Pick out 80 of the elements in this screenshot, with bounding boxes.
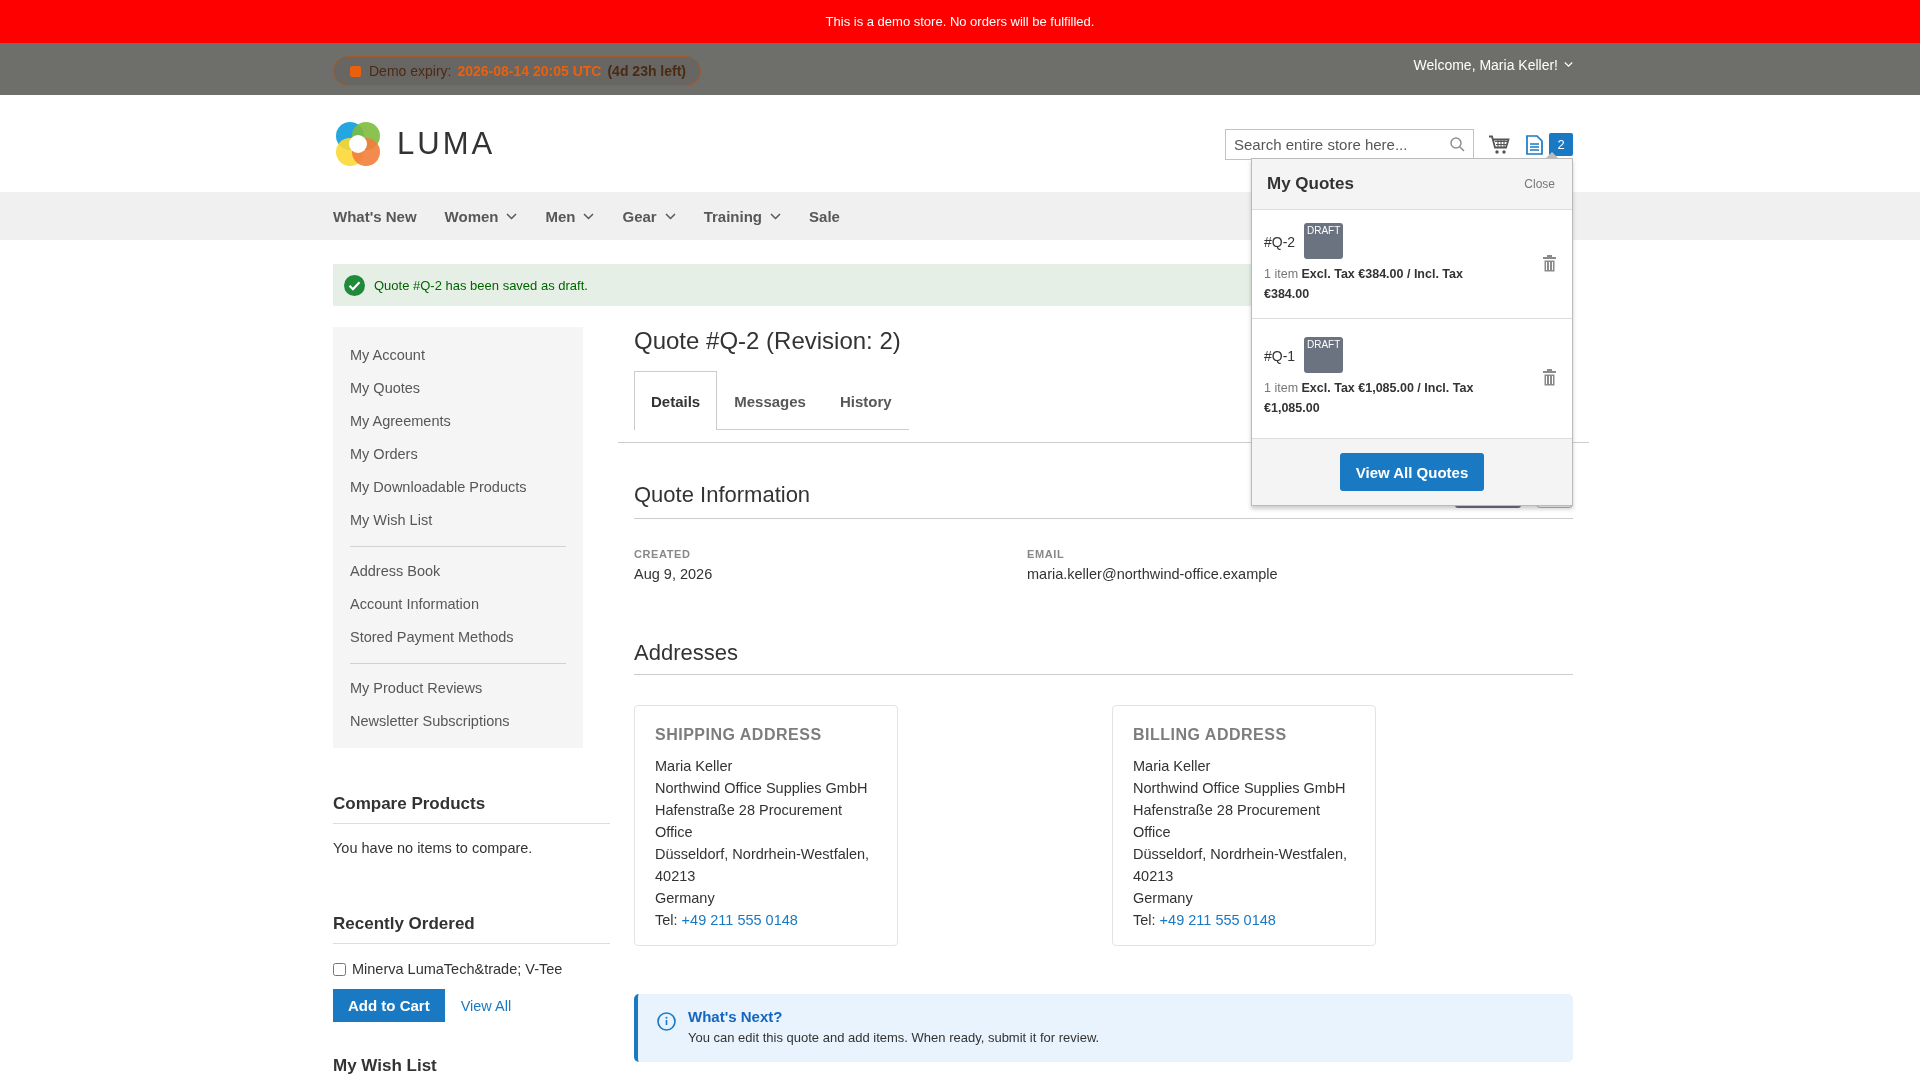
sidebar-item[interactable]: My Wish List	[350, 504, 566, 537]
address-line: Düsseldorf, Nordrhein-Westfalen, 40213	[1133, 845, 1349, 886]
expiry-label: Demo expiry:	[369, 63, 452, 79]
quote-number[interactable]: #Q-1	[1264, 348, 1296, 364]
info-icon	[657, 1012, 676, 1031]
tab[interactable]: Details	[634, 371, 718, 430]
logo-text[interactable]: LUMA	[397, 125, 496, 162]
field-label: EMAIL	[1027, 548, 1066, 560]
address-line: Hafenstraße 28 Procurement Office	[1133, 801, 1321, 842]
address-line: Maria Keller	[1133, 757, 1212, 776]
view-all-quotes-button[interactable]: View All Quotes	[1340, 453, 1484, 491]
tel-label: Tel:	[1133, 912, 1156, 928]
info-text: You can edit this quote and add items. When ready, submit it for review.	[688, 1030, 1100, 1045]
info-title: What's Next?	[688, 1008, 784, 1025]
message-text: Quote #Q-2 has been saved as draft.	[374, 277, 588, 293]
sidebar-item[interactable]: My Orders	[350, 438, 566, 471]
field-value: maria.keller@northwind-office.example	[1027, 566, 1278, 582]
expiry-date: 2026-08-14 20:05 UTC	[457, 63, 602, 79]
nav-item[interactable]: Training	[703, 207, 782, 225]
welcome-link[interactable]: Welcome, Maria Keller!	[1413, 56, 1558, 73]
trash-icon[interactable]	[1543, 255, 1556, 272]
address-line: Germany	[655, 889, 716, 908]
sidebar-item[interactable]: Stored Payment Methods	[350, 621, 566, 654]
address-line: Northwind Office Supplies GmbH	[655, 779, 869, 798]
time-left: (4d 23h left)	[607, 63, 687, 79]
nav-item[interactable]: Gear	[622, 207, 676, 225]
sidebar-item[interactable]: My Downloadable Products	[350, 471, 566, 504]
sidebar-item[interactable]: Newsletter Subscriptions	[350, 705, 566, 738]
cart-icon[interactable]	[1488, 134, 1510, 155]
tel-label: Tel:	[655, 912, 678, 928]
tab[interactable]: Messages	[717, 371, 823, 430]
view-all-link[interactable]: View All	[460, 997, 512, 1014]
address-line: Germany	[1133, 889, 1194, 908]
address-line: Düsseldorf, Nordrhein-Westfalen, 40213	[655, 845, 871, 886]
phone-link[interactable]: +49 211 555 0148	[1159, 912, 1276, 928]
dropdown-title: My Quotes	[1267, 174, 1354, 194]
page-title: Quote #Q-2 (Revision: 2)	[634, 327, 901, 356]
check-circle-icon	[344, 274, 365, 296]
section-title: My Wish List	[333, 1056, 610, 1080]
quote-summary: 1 item Excl. Tax €384.00 / Incl. Tax €384.00	[1264, 266, 1464, 303]
product-name: Minerva LumaTech&trade; V-Tee	[352, 961, 563, 977]
quote-count-badge: 2	[1549, 133, 1573, 156]
sidebar-item[interactable]: My Product Reviews	[350, 672, 566, 705]
trash-icon[interactable]	[1543, 369, 1556, 386]
sidebar-item[interactable]: My Account	[350, 339, 566, 372]
address-line: Maria Keller	[655, 757, 734, 776]
sidebar-item[interactable]: My Agreements	[350, 405, 566, 438]
quote-number[interactable]: #Q-2	[1264, 234, 1296, 250]
field-label: CREATED	[634, 548, 692, 560]
phone-link[interactable]: +49 211 555 0148	[681, 912, 798, 928]
nav-item[interactable]: What's New	[333, 207, 417, 225]
nav-item[interactable]: Men	[545, 207, 595, 225]
section-heading: Addresses	[634, 640, 738, 666]
status-badge: DRAFT	[1304, 223, 1344, 259]
nav-item[interactable]: Women	[444, 207, 518, 225]
address-line: Hafenstraße 28 Procurement Office	[655, 801, 843, 842]
sidebar-item[interactable]: Address Book	[350, 555, 566, 588]
address-line: Northwind Office Supplies GmbH	[1133, 779, 1347, 798]
empty-text: You have no items to compare.	[333, 840, 534, 856]
checkbox[interactable]	[333, 962, 346, 976]
search-icon	[1450, 137, 1465, 152]
close-link[interactable]: Close	[1524, 177, 1555, 191]
tab[interactable]: History	[822, 371, 909, 430]
field-value: Aug 9, 2026	[634, 566, 714, 582]
status-square-icon	[350, 65, 361, 77]
demo-notice: This is a demo store. No orders will be fulfilled.	[825, 14, 1095, 29]
quote-summary: 1 item Excl. Tax €1,085.00 / Incl. Tax €1,085.00	[1264, 380, 1475, 417]
nav-item[interactable]: Sale	[809, 207, 840, 225]
document-icon[interactable]	[1526, 134, 1543, 155]
search-field[interactable]: Search entire store here...	[1225, 129, 1474, 160]
address-title: SHIPPING ADDRESS	[655, 725, 823, 745]
section-title: Recently Ordered	[333, 914, 610, 944]
status-badge: DRAFT	[1304, 337, 1344, 373]
sidebar-item[interactable]: My Quotes	[350, 372, 566, 405]
add-to-cart-button[interactable]: Add to Cart	[333, 989, 445, 1022]
section-title: Compare Products	[333, 794, 610, 824]
sidebar-item[interactable]: Account Information	[350, 588, 566, 621]
chevron-down-icon	[1564, 61, 1573, 68]
address-title: BILLING ADDRESS	[1133, 725, 1288, 745]
section-heading: Quote Information	[634, 482, 811, 508]
